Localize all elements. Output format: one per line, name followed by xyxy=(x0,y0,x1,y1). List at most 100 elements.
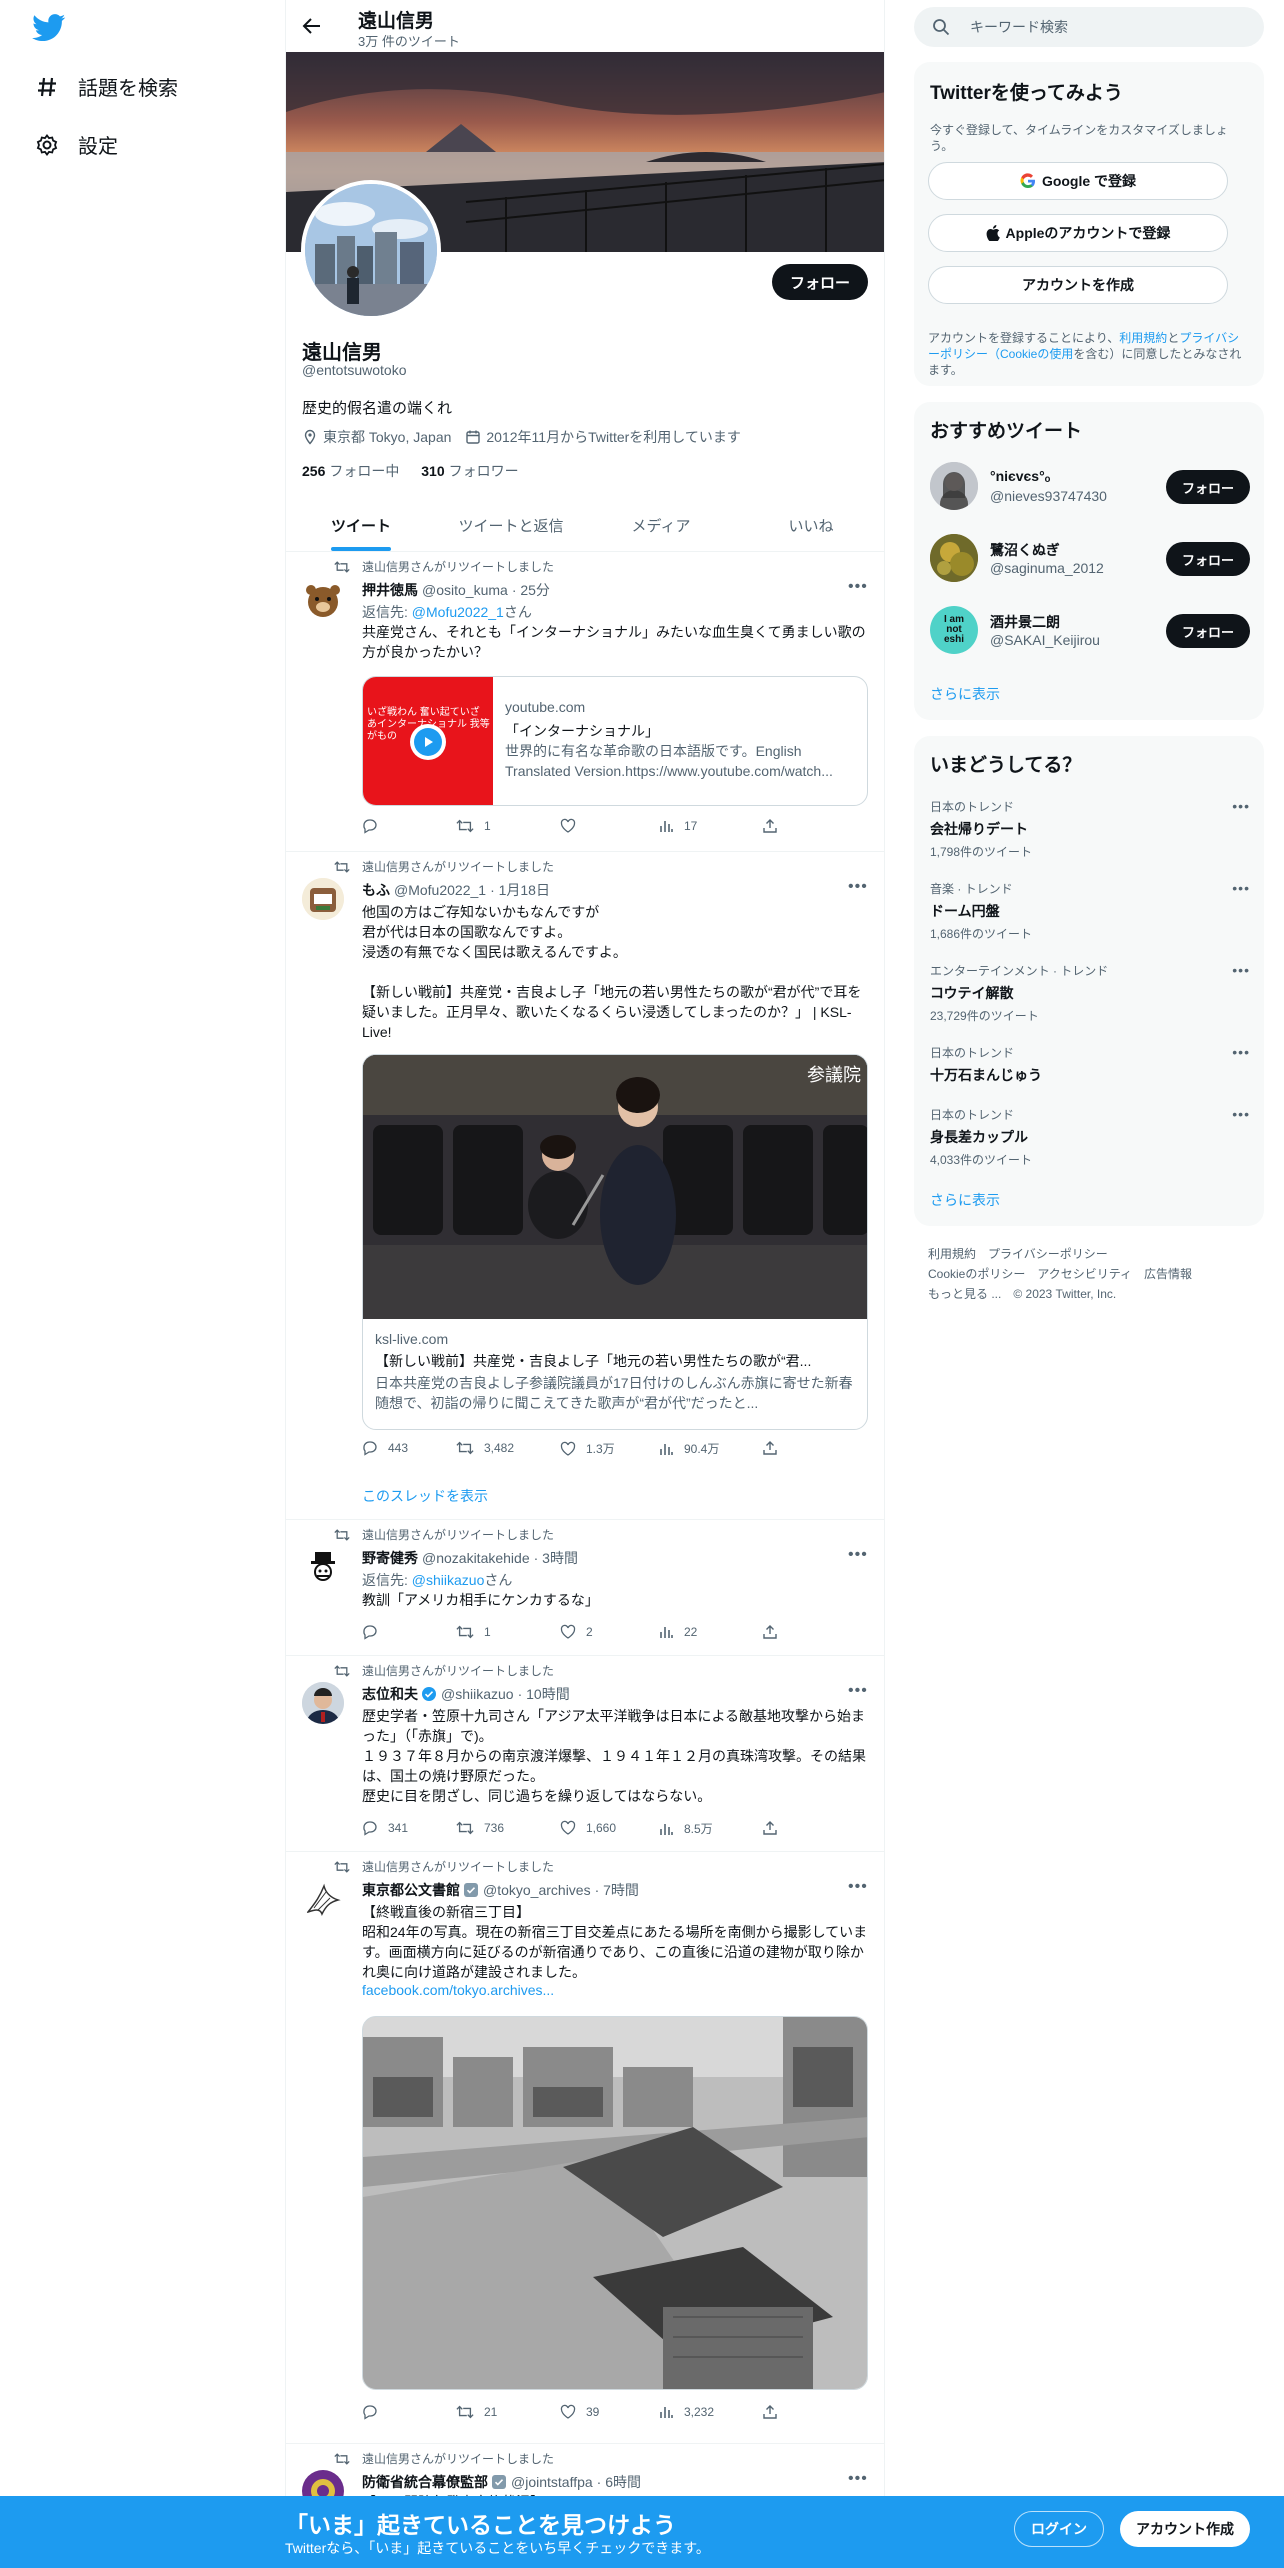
trends-show-more[interactable]: さらに表示 xyxy=(930,1190,1000,1210)
author-handle[interactable]: @nozakitakehide xyxy=(422,1550,530,1566)
reply-button[interactable]: 341 xyxy=(362,1820,408,1836)
retweet-button[interactable]: 1 xyxy=(456,818,491,834)
tweet[interactable]: 遠山信男さんがリツイートしました もふ @Mofu2022_1 · 1月18日 ••… xyxy=(286,852,884,1520)
views-button[interactable]: 8.5万 xyxy=(658,1820,713,1837)
google-signup-button[interactable]: Google で登録 xyxy=(928,162,1228,200)
tweet[interactable]: 遠山信男さんがリツイートしました 東京都公文書館 @tokyo_archives ·… xyxy=(286,1852,884,2444)
play-icon[interactable] xyxy=(410,724,446,760)
views-button[interactable]: 17 xyxy=(658,818,697,834)
recommended-show-more[interactable]: さらに表示 xyxy=(930,684,1000,704)
trend-item[interactable]: エンターテインメント · トレンド コウテイ解散 23,729件のツイート ••… xyxy=(930,962,1250,1024)
author-handle[interactable]: @shiikazuo xyxy=(441,1686,514,1702)
tweet[interactable]: 遠山信男さんがリツイートしました 志位和夫 @shiikazuo · 10時間 ••… xyxy=(286,1656,884,1852)
reply-button[interactable] xyxy=(362,1624,388,1640)
search-box[interactable]: キーワード検索 xyxy=(914,7,1264,47)
like-button[interactable]: 2 xyxy=(560,1624,593,1640)
recommended-user[interactable]: I am not eshi 酒井景二朗 @SAKAI_Keijirou フォロー xyxy=(930,604,1250,656)
avatar[interactable] xyxy=(930,462,978,510)
tweet-time[interactable]: · 25分 xyxy=(512,580,550,600)
author-name[interactable]: 防衛省統合幕僚監部 xyxy=(362,2472,488,2492)
trend-item[interactable]: 日本のトレンド 十万石まんじゅう ••• xyxy=(930,1044,1250,1085)
follow-button[interactable]: フォロー xyxy=(1165,470,1250,504)
author-handle[interactable]: @jointstaffpa xyxy=(511,2474,593,2490)
tab-likes[interactable]: いいね xyxy=(736,500,884,551)
reply-to-link[interactable]: @Mofu2022_1 xyxy=(412,604,504,620)
tweet[interactable]: 遠山信男さんがリツイートしました 野寄健秀 @nozakitakehide · 3時… xyxy=(286,1520,884,1656)
avatar[interactable] xyxy=(302,1682,344,1724)
more-options-icon[interactable]: ••• xyxy=(1232,880,1250,896)
footer-link[interactable]: プライバシーポリシー xyxy=(988,1247,1108,1261)
twitter-logo-icon[interactable] xyxy=(32,14,66,42)
author-name[interactable]: もふ xyxy=(362,880,390,900)
avatar[interactable] xyxy=(302,1546,344,1588)
follow-button[interactable]: フォロー xyxy=(1165,542,1250,576)
profile-avatar[interactable] xyxy=(301,180,441,320)
author-handle[interactable]: @Mofu2022_1 xyxy=(394,882,486,898)
show-thread-link[interactable]: このスレッドを表示 xyxy=(362,1486,488,1506)
link-card[interactable]: いざ戦わん 奮い起ていざ あインターナショナル 我等がもの youtube.co… xyxy=(362,676,868,806)
like-button[interactable]: 1.3万 xyxy=(560,1440,615,1457)
back-arrow-icon[interactable] xyxy=(298,12,326,40)
tweet-photo[interactable] xyxy=(362,2016,868,2390)
more-options-icon[interactable]: ••• xyxy=(848,1547,870,1564)
follow-button[interactable]: フォロー xyxy=(1165,614,1250,648)
apple-signup-button[interactable]: Appleのアカウントで登録 xyxy=(928,214,1228,252)
followers-link[interactable]: 310 フォロワー xyxy=(421,463,518,479)
follow-button[interactable]: フォロー xyxy=(771,264,868,300)
more-options-icon[interactable]: ••• xyxy=(1232,798,1250,814)
more-options-icon[interactable]: ••• xyxy=(848,1683,870,1700)
share-icon[interactable] xyxy=(762,1820,788,1836)
tab-media[interactable]: メディア xyxy=(586,500,736,551)
nav-settings[interactable]: 設定 xyxy=(34,130,118,159)
more-options-icon[interactable]: ••• xyxy=(1232,962,1250,978)
author-name[interactable]: 押井徳馬 xyxy=(362,580,418,600)
tweet-time[interactable]: · 10時間 xyxy=(518,1684,570,1704)
views-button[interactable]: 90.4万 xyxy=(658,1440,719,1457)
signup-button[interactable]: アカウント作成 xyxy=(1120,2511,1250,2547)
retweet-button[interactable]: 736 xyxy=(456,1820,504,1836)
trend-item[interactable]: 日本のトレンド 会社帰りデート 1,798件のツイート ••• xyxy=(930,798,1250,860)
like-button[interactable]: 1,660 xyxy=(560,1820,616,1836)
footer-link[interactable]: Cookieのポリシー xyxy=(928,1267,1025,1281)
like-button[interactable]: 39 xyxy=(560,2404,599,2420)
author-name[interactable]: 野寄健秀 xyxy=(362,1548,418,1568)
share-icon[interactable] xyxy=(762,1440,788,1456)
share-icon[interactable] xyxy=(762,818,788,834)
author-handle[interactable]: @osito_kuma xyxy=(422,582,508,598)
avatar[interactable] xyxy=(302,878,344,920)
trend-item[interactable]: 日本のトレンド 身長差カップル 4,033件のツイート ••• xyxy=(930,1106,1250,1168)
like-button[interactable] xyxy=(560,818,586,834)
tweet-time[interactable]: · 1月18日 xyxy=(490,880,550,900)
share-icon[interactable] xyxy=(762,1624,788,1640)
reply-to-link[interactable]: @shiikazuo xyxy=(412,1572,485,1588)
avatar[interactable]: I am not eshi xyxy=(930,606,978,654)
tweet[interactable]: 遠山信男さんがリツイートしました 押井徳馬 @osito_kuma · 25分 ••… xyxy=(286,552,884,852)
recommended-user[interactable]: 鷺沼くぬぎ @saginuma_2012 フォロー xyxy=(930,532,1250,584)
more-options-icon[interactable]: ••• xyxy=(1232,1044,1250,1060)
author-name[interactable]: 志位和夫 xyxy=(362,1684,418,1704)
reply-button[interactable] xyxy=(362,818,388,834)
link-card[interactable]: 参議院 ksl-live.com 【新しい戦前】共産党・吉良よし子「地元の若い男… xyxy=(362,1054,868,1430)
more-options-icon[interactable]: ••• xyxy=(848,2471,870,2488)
more-options-icon[interactable]: ••• xyxy=(848,1879,870,1896)
avatar[interactable] xyxy=(930,534,978,582)
views-button[interactable]: 3,232 xyxy=(658,2404,714,2420)
tweet-time[interactable]: · 3時間 xyxy=(534,1548,578,1568)
following-link[interactable]: 256 フォロー中 xyxy=(302,463,399,479)
reply-button[interactable]: 443 xyxy=(362,1440,408,1456)
tab-tweets-replies[interactable]: ツイートと返信 xyxy=(436,500,586,551)
nav-explore[interactable]: 話題を検索 xyxy=(34,72,178,101)
terms-link[interactable]: 利用規約 xyxy=(1119,331,1167,345)
trend-item[interactable]: 音楽 · トレンド ドーム円盤 1,686件のツイート ••• xyxy=(930,880,1250,942)
recommended-user[interactable]: °niєvєs°ₒ @nieves93747430 フォロー xyxy=(930,460,1250,512)
retweet-button[interactable]: 1 xyxy=(456,1624,491,1640)
author-handle[interactable]: @tokyo_archives xyxy=(483,1882,591,1898)
author-name[interactable]: 東京都公文書館 xyxy=(362,1880,460,1900)
create-account-button[interactable]: アカウントを作成 xyxy=(928,266,1228,304)
views-button[interactable]: 22 xyxy=(658,1624,697,1640)
tab-tweets[interactable]: ツイート xyxy=(286,500,436,551)
more-options-icon[interactable]: ••• xyxy=(1232,1106,1250,1122)
footer-link[interactable]: 利用規約 xyxy=(928,1247,976,1261)
login-button[interactable]: ログイン xyxy=(1014,2511,1104,2547)
footer-link[interactable]: アクセシビリティ xyxy=(1037,1267,1132,1281)
